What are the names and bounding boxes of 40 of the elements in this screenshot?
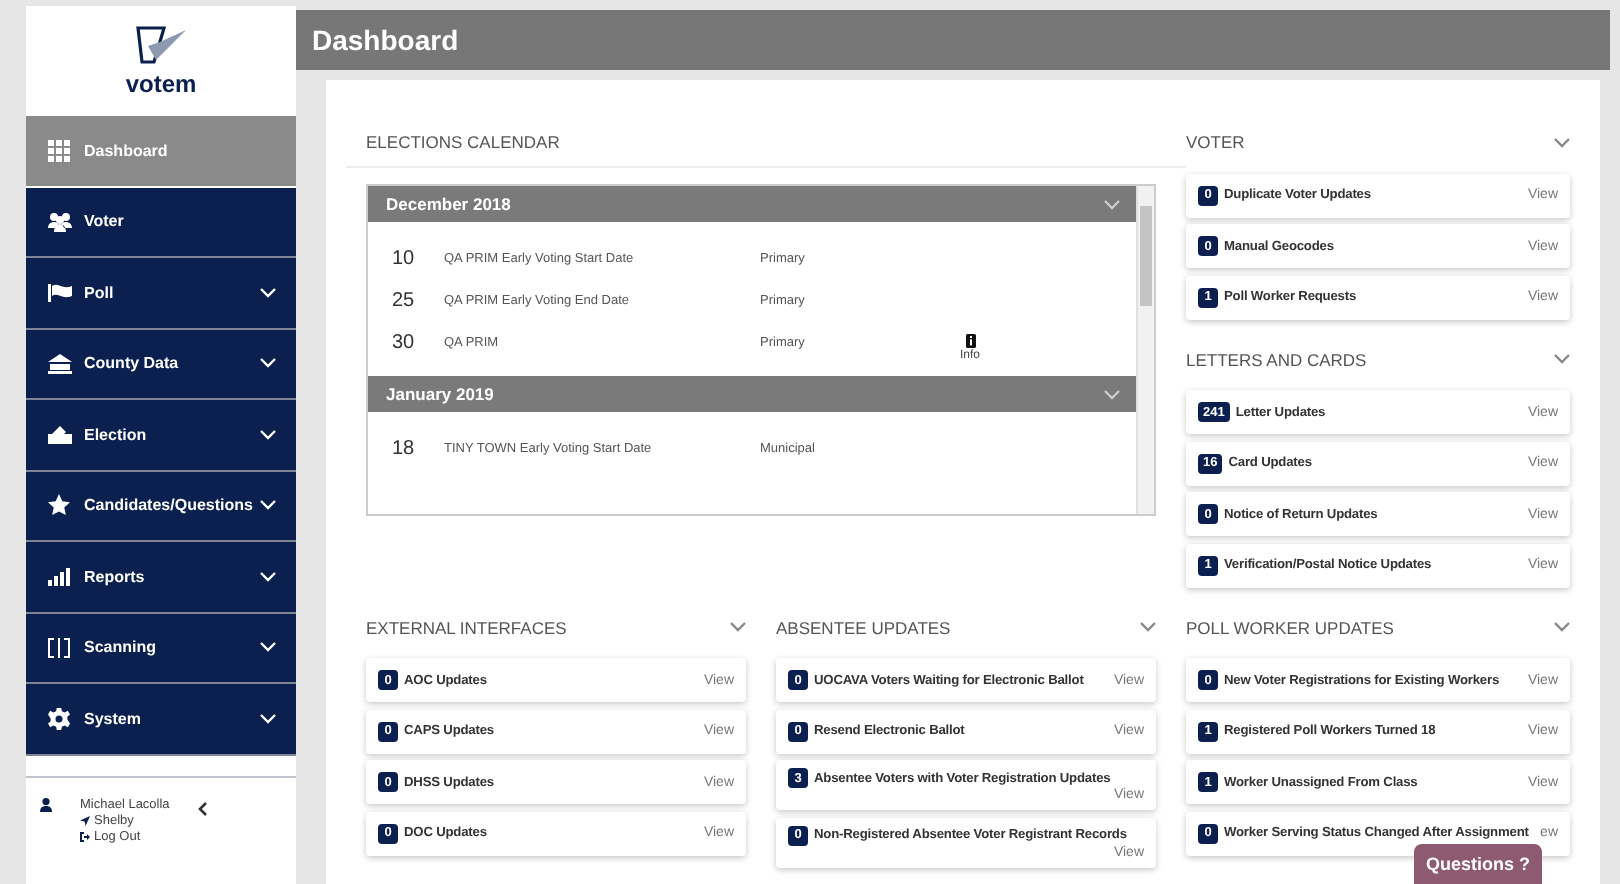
sidebar-item[interactable]: Poll xyxy=(26,258,296,329)
users-icon xyxy=(48,211,72,232)
flag-icon xyxy=(48,283,72,302)
star-icon xyxy=(48,494,70,517)
month-header[interactable]: January 2019 xyxy=(368,376,1136,412)
panel-title: LETTERS AND CARDS xyxy=(1186,349,1367,369)
sidebar-item[interactable]: Reports xyxy=(26,542,296,613)
gear-icon xyxy=(48,707,70,730)
building-icon xyxy=(48,353,72,374)
sidebar-item[interactable]: Election xyxy=(26,400,296,471)
logo-icon xyxy=(135,25,187,65)
collapse-icon[interactable] xyxy=(197,801,208,815)
sidebar-item[interactable]: Scanning xyxy=(26,613,296,684)
panel-title: EXTERNAL INTERFACES xyxy=(366,617,567,637)
questions-button[interactable]: Questions ? xyxy=(1414,844,1543,884)
sidebar-item[interactable]: System xyxy=(26,684,296,755)
panel-title: ABSENTEE UPDATES xyxy=(776,617,951,637)
month-header[interactable]: December 2018 xyxy=(368,186,1136,222)
bar-chart-icon xyxy=(48,567,70,586)
sidebar-item[interactable]: Dashboard xyxy=(26,116,296,187)
section-title: ELECTIONS CALENDAR xyxy=(366,130,562,156)
info-icon xyxy=(965,333,975,347)
ballot-box-icon xyxy=(48,424,72,445)
page-title: Dashboard xyxy=(296,10,1610,70)
scrollbar[interactable] xyxy=(1136,186,1154,514)
logout-icon xyxy=(80,831,90,841)
scan-icon xyxy=(48,637,70,658)
grid-icon xyxy=(48,139,70,162)
event-day: 18 xyxy=(368,438,444,460)
location-arrow-icon xyxy=(80,815,90,825)
panel-title: VOTER xyxy=(1186,132,1245,152)
event-day: 25 xyxy=(368,290,444,312)
sidebar-item[interactable]: Candidates/Questions xyxy=(26,471,296,542)
sidebar-item[interactable]: County Data xyxy=(26,329,296,400)
event-day: 10 xyxy=(368,248,444,270)
logo-text: votem xyxy=(125,69,197,97)
event-day: 30 xyxy=(368,332,444,354)
panel-title: POLL WORKER UPDATES xyxy=(1186,617,1394,637)
user-icon xyxy=(40,797,52,811)
sidebar-item[interactable]: Voter xyxy=(26,187,296,258)
